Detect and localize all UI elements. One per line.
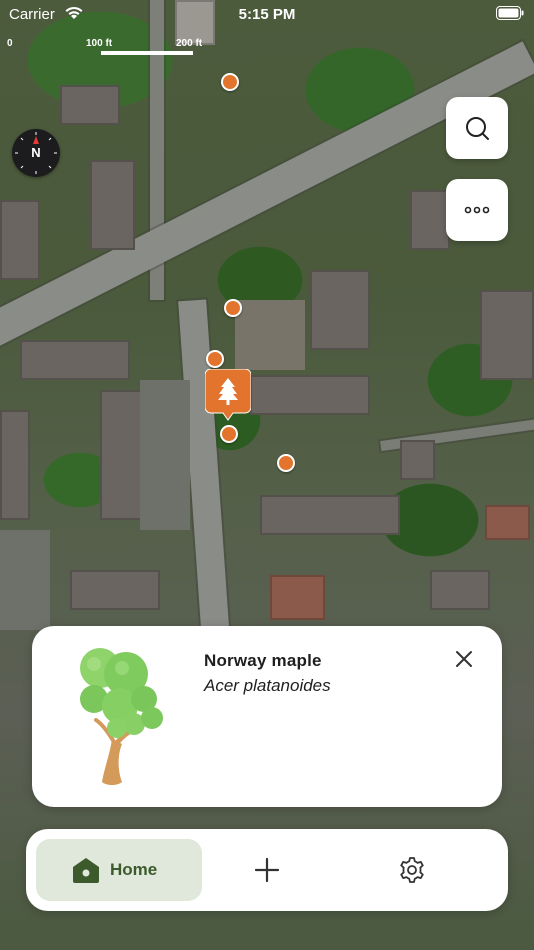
tree-icon <box>204 368 252 421</box>
scale-label: 200 ft <box>176 38 203 49</box>
map-building <box>270 575 325 620</box>
scale-label: 0 <box>7 38 13 49</box>
map-parking-lot <box>0 530 50 630</box>
selected-tree-marker[interactable] <box>204 368 252 421</box>
scale-line <box>101 51 193 55</box>
search-icon <box>466 117 489 140</box>
more-icon <box>464 206 490 214</box>
more-options-button[interactable] <box>446 179 508 241</box>
tree-marker[interactable] <box>224 299 242 317</box>
map-building <box>0 410 30 520</box>
map-building <box>100 390 145 520</box>
tree-illustration <box>80 648 163 785</box>
map-building <box>60 85 120 125</box>
tree-scientific-name: Acer platanoides <box>204 676 331 695</box>
tree-common-name: Norway maple <box>204 651 322 670</box>
map-parking-lot <box>140 380 190 530</box>
plus-icon <box>254 857 280 883</box>
status-bar: Carrier 5:15 PM <box>0 0 534 30</box>
home-icon <box>73 858 99 883</box>
map-building <box>400 440 435 480</box>
map-parking-lot <box>235 300 305 370</box>
map-building <box>430 570 490 610</box>
tab-home[interactable]: Home <box>36 839 202 901</box>
battery-icon <box>496 6 524 20</box>
gear-icon <box>400 857 424 883</box>
tab-settings[interactable] <box>381 839 443 901</box>
map-building <box>0 200 40 280</box>
tree-info-card[interactable]: Norway maple Acer platanoides <box>32 626 502 807</box>
tree-marker[interactable] <box>206 350 224 368</box>
close-icon[interactable] <box>452 647 476 671</box>
tree-marker[interactable] <box>220 425 238 443</box>
app-screen: Carrier 5:15 PM 0 100 ft 200 ft N Norway… <box>0 0 534 950</box>
tab-bar: Home <box>26 829 508 911</box>
map-scale-bar: 0 100 ft 200 ft <box>0 36 230 60</box>
map-building <box>90 160 135 250</box>
map-building <box>20 340 130 380</box>
compass-letter: N <box>31 145 41 160</box>
search-button[interactable] <box>446 97 508 159</box>
status-time: 5:15 PM <box>238 6 296 23</box>
map-building <box>250 375 370 415</box>
map-building <box>310 270 370 350</box>
compass-icon[interactable]: N <box>12 129 60 177</box>
scale-label: 100 ft <box>86 38 113 49</box>
map-building <box>70 570 160 610</box>
map-building <box>410 190 450 250</box>
tree-marker[interactable] <box>277 454 295 472</box>
map-building <box>480 290 534 380</box>
map-building <box>260 495 400 535</box>
add-tree-button[interactable] <box>236 839 298 901</box>
tab-home-label: Home <box>110 860 158 879</box>
tree-marker[interactable] <box>221 73 239 91</box>
map-building <box>485 505 530 540</box>
